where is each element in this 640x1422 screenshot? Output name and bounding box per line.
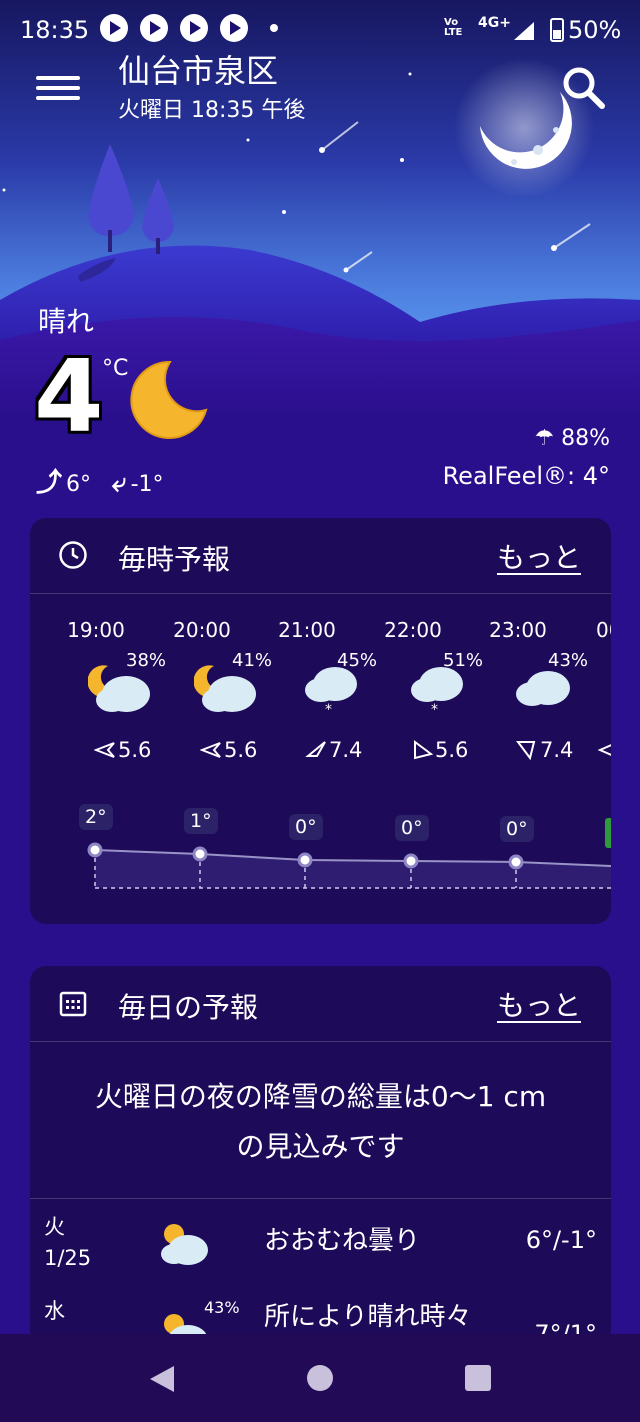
- hourly-temperature-graph: [87, 818, 611, 889]
- back-icon[interactable]: [148, 1364, 176, 1394]
- cloud-icon: [596, 660, 611, 716]
- volte-icon: Vo LTE: [444, 17, 463, 38]
- media-notification-icon: [100, 14, 128, 42]
- wind-direction-icon: [200, 742, 221, 758]
- snow-summary-line2: の見込みです: [236, 1130, 405, 1163]
- hourly-more-link[interactable]: もっと: [497, 536, 581, 576]
- wind-direction-icon: [597, 744, 611, 756]
- more-notifications-icon: [270, 24, 278, 32]
- daily-description: おおむね曇り: [264, 1226, 421, 1256]
- home-icon[interactable]: [307, 1365, 333, 1391]
- snow-cloud-icon: *: [411, 667, 463, 716]
- crescent-moon-icon: [130, 360, 208, 439]
- daily-day: 水: [44, 1299, 65, 1323]
- temperature-unit: °C: [102, 356, 129, 381]
- current-temperature: 4: [34, 338, 104, 455]
- snow-cloud-icon: *: [305, 667, 357, 716]
- battery-percent: 50%: [568, 16, 622, 44]
- network-type: 4G+: [478, 15, 511, 31]
- hour-time: 21:00: [278, 618, 336, 642]
- hourly-forecast-card: 毎時予報 もっと 19:00 38% 5.6 20:00 41% 5.6 21:…: [30, 518, 611, 924]
- arrow-up-icon: ⤴: [36, 468, 63, 498]
- calendar-icon: [59, 991, 87, 1017]
- realfeel-temperature: RealFeel®: 4°: [442, 462, 610, 490]
- hour-time: 00: [596, 618, 611, 642]
- hour-temp-label: 0°: [395, 815, 429, 841]
- high-temp: 6°: [66, 472, 92, 497]
- hour-time: 22:00: [384, 618, 442, 642]
- hour-temp-label: 1°: [184, 808, 218, 834]
- cloud-icon: [516, 671, 570, 706]
- svg-text:*: *: [431, 702, 438, 716]
- daily-more-link[interactable]: もっと: [497, 984, 581, 1024]
- hour-temp-label: 0°: [289, 814, 323, 840]
- media-notification-icon: [180, 14, 208, 42]
- daily-row[interactable]: 火 1/25 おおむね曇り 6°/-1°: [30, 1212, 611, 1278]
- signal-icon: [514, 22, 534, 40]
- hour-time: 19:00: [67, 618, 125, 642]
- daily-title: 毎日の予報: [118, 991, 259, 1024]
- hour-temp-label: 0°: [500, 816, 534, 842]
- low-temp: -1°: [130, 472, 164, 497]
- precip-value: 88%: [561, 426, 610, 451]
- divider: [30, 1198, 611, 1199]
- card-header: 毎日の予報 もっと: [30, 966, 611, 1042]
- snow-summary-line1: 火曜日の夜の降雪の総量は0〜1 cm: [94, 1080, 547, 1113]
- moon-cloud-icon: [194, 665, 256, 712]
- precipitation-probability: ☂ 88%: [534, 426, 610, 451]
- wind-direction-icon: [94, 742, 115, 758]
- hourly-title: 毎時予報: [118, 543, 231, 576]
- wind-direction-icon: [516, 741, 536, 760]
- card-header: 毎時予報 もっと: [30, 518, 611, 594]
- arrow-down-icon: ⤶: [112, 468, 127, 498]
- umbrella-icon: ☂: [534, 426, 555, 451]
- daily-day: 火 1/25: [44, 1215, 92, 1270]
- daily-precip: 43%: [204, 1298, 240, 1317]
- hour-time: 23:00: [489, 618, 547, 642]
- hour-temp-label: 2°: [79, 804, 113, 830]
- svg-text:*: *: [325, 702, 332, 716]
- status-bar: 18:35 Vo LTE 4G+ 50%: [0, 0, 640, 60]
- clock-icon: [59, 541, 87, 569]
- hour-time: 20:00: [173, 618, 231, 642]
- wind-direction-icon: [414, 740, 434, 760]
- location-title[interactable]: 仙台市泉区: [118, 46, 278, 92]
- battery-icon: [550, 18, 564, 42]
- wind-direction-icon: [305, 741, 326, 757]
- sun-cloud-icon: [161, 1224, 208, 1265]
- media-notification-icon: [140, 14, 168, 42]
- recent-apps-icon[interactable]: [465, 1365, 491, 1391]
- moon-cloud-icon: [88, 665, 150, 712]
- high-low-temperature: ⤴ 6° ⤶ -1°: [36, 462, 164, 499]
- daily-temperatures: 6°/-1°: [525, 1226, 597, 1254]
- status-time: 18:35: [20, 16, 90, 44]
- daily-description: 所により晴れ時々: [264, 1302, 472, 1332]
- search-icon[interactable]: [560, 64, 608, 112]
- current-condition: 晴れ: [38, 305, 95, 338]
- hourly-scroller[interactable]: 19:00 38% 5.6 20:00 41% 5.6 21:00 45% * …: [30, 594, 611, 924]
- media-notification-icon: [220, 14, 248, 42]
- location-datetime: 火曜日 18:35 午後: [118, 98, 306, 123]
- daily-forecast-card: 毎日の予報 もっと 火曜日の夜の降雪の総量は0〜1 cm の見込みです 火 1/2…: [30, 966, 611, 1346]
- hamburger-menu-icon[interactable]: [36, 72, 82, 104]
